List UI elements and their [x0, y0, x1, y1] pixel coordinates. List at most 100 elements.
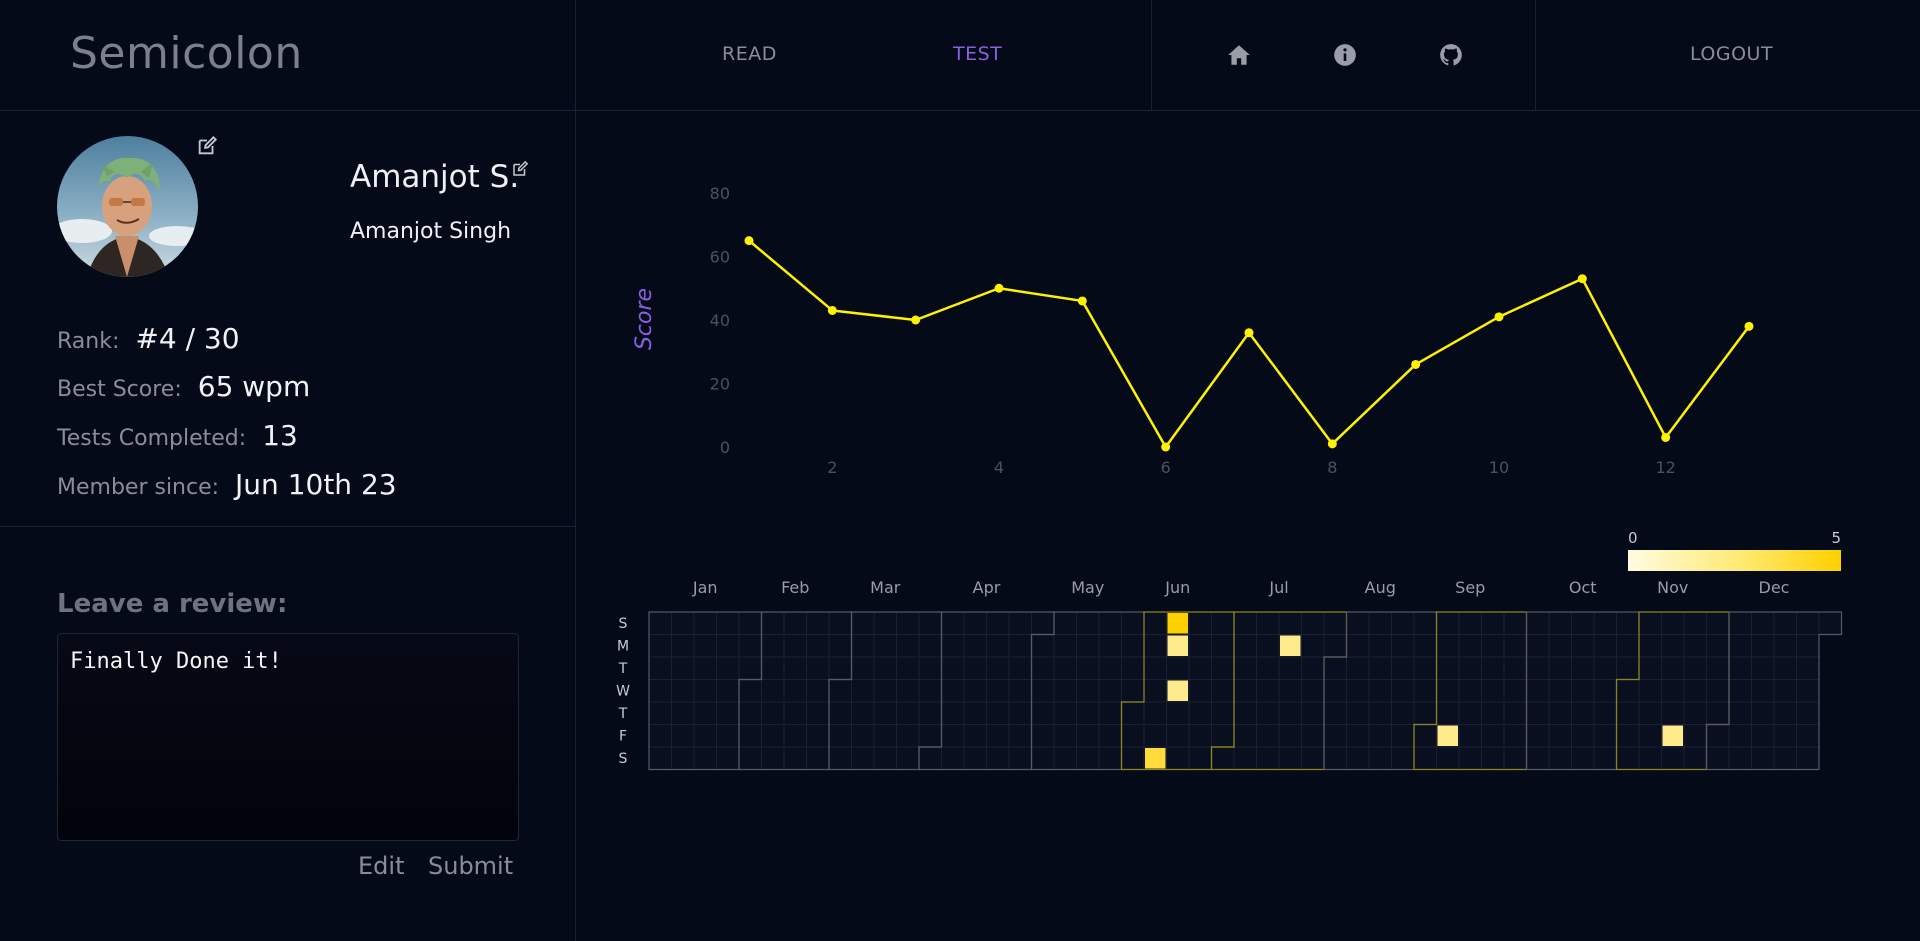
heatmap-day-cell	[896, 634, 920, 658]
heatmap-day-cell	[1323, 679, 1347, 703]
heatmap-day-cell	[783, 656, 807, 680]
month-label: Jun	[1164, 578, 1190, 597]
heatmap-day-cell	[671, 634, 695, 658]
heatmap-day-cell	[1683, 701, 1707, 725]
heatmap-day-cell	[1413, 701, 1437, 725]
heatmap-day-cell	[1211, 724, 1235, 748]
heatmap-day-cell	[918, 611, 942, 635]
heatmap-day-cell	[1661, 611, 1685, 635]
y-tick-label: 40	[710, 311, 730, 330]
heatmap-day-cell	[1683, 724, 1707, 748]
heatmap-day-cell	[1256, 634, 1280, 658]
heatmap-day-cell	[1008, 701, 1032, 725]
heatmap-day-cell	[941, 701, 965, 725]
heatmap-day-cell	[986, 679, 1010, 703]
heatmap-day-cell	[1031, 746, 1055, 770]
info-icon[interactable]	[1332, 42, 1358, 68]
nav-links: READ TEST	[576, 0, 1152, 111]
review-textarea[interactable]	[57, 633, 519, 841]
heatmap-day-cell	[873, 634, 897, 658]
heatmap-day-cell	[1053, 634, 1077, 658]
heatmap-day-cell	[1098, 701, 1122, 725]
heatmap-day-cell	[1368, 701, 1392, 725]
logout-button[interactable]: LOGOUT	[1690, 43, 1773, 65]
heatmap-active-cell	[1145, 748, 1166, 769]
heatmap-day-cell	[941, 611, 965, 635]
heatmap-day-cell	[873, 656, 897, 680]
edit-avatar-icon[interactable]	[196, 135, 218, 157]
heatmap-day-cell	[761, 634, 785, 658]
heatmap-day-cell	[1368, 679, 1392, 703]
heatmap-day-cell	[1436, 679, 1460, 703]
x-tick-label: 2	[827, 458, 837, 477]
heatmap-day-cell	[986, 611, 1010, 635]
heatmap-day-cell	[1548, 746, 1572, 770]
heatmap-day-cell	[1728, 634, 1752, 658]
heatmap-day-cell	[1413, 724, 1437, 748]
heatmap-day-cell	[1143, 634, 1167, 658]
brand-logo[interactable]: Semicolon	[70, 28, 303, 79]
heatmap-day-cell	[761, 679, 785, 703]
heatmap-active-cell	[1167, 613, 1188, 634]
heatmap-day-cell	[918, 724, 942, 748]
heatmap-day-cell	[716, 724, 740, 748]
y-tick-label: 20	[710, 375, 730, 394]
heatmap-day-cell	[1053, 746, 1077, 770]
activity-heatmap: SMTWTFSJan Feb Mar Apr May Jun Jul Aug Sep Oct Nov…	[616, 529, 1843, 771]
github-icon[interactable]	[1438, 42, 1464, 68]
edit-review-button[interactable]: Edit	[358, 852, 404, 880]
heatmap-day-cell	[1053, 611, 1077, 635]
heatmap-day-cell	[761, 611, 785, 635]
heatmap-day-cell	[1571, 701, 1595, 725]
heatmap-day-cell	[1121, 724, 1145, 748]
heatmap-day-cell	[828, 656, 852, 680]
edit-name-icon[interactable]	[511, 160, 529, 178]
x-tick-label: 10	[1489, 458, 1509, 477]
heatmap-day-cell	[1661, 679, 1685, 703]
home-icon[interactable]	[1226, 42, 1252, 68]
heatmap-day-cell	[806, 679, 830, 703]
heatmap-day-cell	[1256, 701, 1280, 725]
heatmap-day-cell	[716, 679, 740, 703]
heatmap-day-cell	[918, 701, 942, 725]
heatmap-day-cell	[986, 701, 1010, 725]
weekday-label: F	[619, 729, 627, 745]
heatmap-day-cell	[716, 656, 740, 680]
heatmap-day-cell	[1661, 656, 1685, 680]
heatmap-day-cell	[1773, 724, 1797, 748]
heatmap-day-cell	[1053, 724, 1077, 748]
heatmap-day-cell	[963, 724, 987, 748]
heatmap-day-cell	[1053, 679, 1077, 703]
heatmap-day-cell	[1211, 701, 1235, 725]
submit-review-button[interactable]: Submit	[428, 852, 513, 880]
heatmap-day-cell	[1301, 724, 1325, 748]
heatmap-day-cell	[1638, 746, 1662, 770]
heatmap-day-cell	[1661, 634, 1685, 658]
y-tick-label: 60	[710, 248, 730, 267]
heatmap-day-cell	[783, 701, 807, 725]
heatmap-day-cell	[1368, 656, 1392, 680]
heatmap-day-cell	[941, 656, 965, 680]
heatmap-day-cell	[1661, 701, 1685, 725]
heatmap-day-cell	[1008, 746, 1032, 770]
heatmap-day-cell	[1211, 679, 1235, 703]
nav-read[interactable]: READ	[722, 43, 777, 65]
heatmap-day-cell	[1436, 701, 1460, 725]
avatar	[57, 136, 198, 277]
heatmap-day-cell	[1436, 611, 1460, 635]
heatmap-day-cell	[851, 724, 875, 748]
heatmap-day-cell	[1323, 656, 1347, 680]
heatmap-day-cell	[1728, 656, 1752, 680]
nav-test[interactable]: TEST	[953, 43, 1002, 65]
heatmap-day-cell	[1796, 701, 1820, 725]
heatmap-day-cell	[1346, 746, 1370, 770]
logout-cell: LOGOUT	[1536, 0, 1920, 111]
heatmap-day-cell	[1121, 746, 1145, 770]
heatmap-day-cell	[851, 656, 875, 680]
heatmap-day-cell	[1188, 701, 1212, 725]
heatmap-active-cell	[1167, 680, 1188, 701]
heatmap-day-cell	[918, 679, 942, 703]
heatmap-day-cell	[1638, 656, 1662, 680]
heatmap-day-cell	[1526, 656, 1550, 680]
y-axis-label: Score	[632, 288, 657, 350]
